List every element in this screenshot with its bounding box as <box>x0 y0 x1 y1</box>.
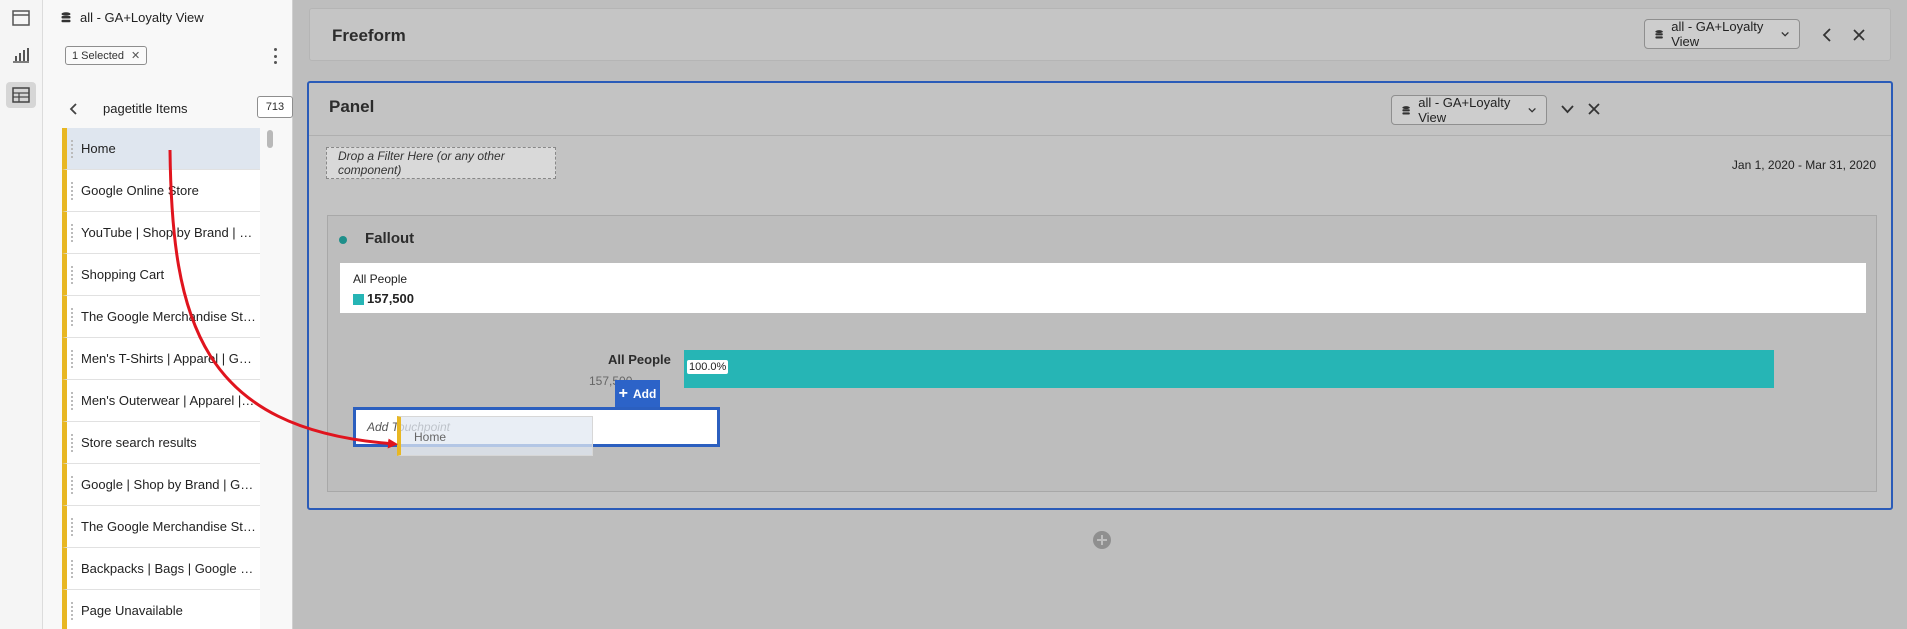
scrollbar-thumb[interactable] <box>267 130 273 148</box>
list-item[interactable]: Backpacks | Bags | Google Merchandise St… <box>62 548 260 590</box>
add-touchpoint-drop-zone[interactable]: Add Touchpoint Home <box>353 407 720 456</box>
fallout-bar[interactable] <box>684 350 1774 388</box>
drag-ghost-label: Home <box>414 430 447 444</box>
chart-icon[interactable] <box>6 42 36 68</box>
components-panel: all - GA+Loyalty View 1 Selected ✕ paget… <box>43 0 293 629</box>
add-touchpoint-button[interactable]: + Add <box>615 380 660 408</box>
database-icon <box>1655 29 1663 38</box>
freeform-report-suite-select[interactable]: all - GA+Loyalty View <box>1644 19 1800 49</box>
chevron-left-icon[interactable] <box>63 99 83 119</box>
panel-report-suite-label: all - GA+Loyalty View <box>1418 95 1511 125</box>
panel-divider <box>309 135 1891 136</box>
dimension-items-list: Home Google Online Store YouTube | Shop … <box>62 128 260 629</box>
database-icon <box>61 12 71 23</box>
table-icon[interactable] <box>6 82 36 108</box>
list-item[interactable]: The Google Merchandise Store <box>62 506 260 548</box>
close-icon[interactable] <box>1588 103 1600 115</box>
add-label: Add <box>633 387 657 401</box>
list-item[interactable]: Google | Shop by Brand | Google Merchand… <box>62 464 260 506</box>
chevron-down-icon <box>1528 107 1536 113</box>
fallout-visualization: Fallout All People 157,500 All People 15… <box>327 215 1877 492</box>
legend-value: 157,500 <box>367 291 414 306</box>
list-item-label: Backpacks | Bags | Google Merchandise St… <box>81 561 257 576</box>
list-item[interactable]: Google Online Store <box>62 170 260 212</box>
list-item[interactable]: Page Unavailable <box>62 590 260 629</box>
list-item-label: Shopping Cart <box>81 267 165 282</box>
freeform-report-suite-label: all - GA+Loyalty View <box>1671 19 1764 49</box>
drag-handle-icon[interactable] <box>71 602 73 620</box>
drag-handle-icon[interactable] <box>71 266 73 284</box>
legend-label: All People <box>353 272 408 286</box>
close-icon[interactable] <box>1853 29 1865 41</box>
list-item[interactable]: The Google Merchandise Store <box>62 296 260 338</box>
database-icon <box>1402 105 1410 114</box>
list-item-label: Men's Outerwear | Apparel | Google Merch… <box>81 393 257 408</box>
list-item-label: Page Unavailable <box>81 603 183 618</box>
list-item-label: Home <box>81 141 116 156</box>
selected-label: 1 Selected <box>72 49 124 62</box>
touchpoint-label: All People <box>608 352 671 367</box>
list-item[interactable]: YouTube | Shop by Brand | Google Merchan… <box>62 212 260 254</box>
list-item-label: Google | Shop by Brand | Google Merchand… <box>81 477 257 492</box>
panel-title: Panel <box>329 97 375 116</box>
list-item-label: The Google Merchandise Store <box>81 309 257 324</box>
selected-tag[interactable]: 1 Selected ✕ <box>65 46 148 65</box>
items-count-badge: 713 <box>257 96 293 118</box>
drag-handle-icon[interactable] <box>71 392 73 410</box>
report-suite-header[interactable]: all - GA+Loyalty View <box>61 10 204 25</box>
fallout-bar-track: 100.0% <box>684 350 1774 388</box>
freeform-header: Freeform all - GA+Loyalty View <box>309 8 1891 61</box>
list-item[interactable]: Shopping Cart <box>62 254 260 296</box>
drag-handle-icon[interactable] <box>71 308 73 326</box>
visualization-title[interactable]: Fallout <box>365 230 414 247</box>
panel-icon[interactable] <box>6 5 36 31</box>
list-item[interactable]: Men's T-Shirts | Apparel | Google Mercha… <box>62 338 260 380</box>
bar-percent-label: 100.0% <box>687 360 729 374</box>
add-panel-icon[interactable] <box>1092 530 1112 550</box>
drag-handle-icon[interactable] <box>71 560 73 578</box>
workspace: Freeform all - GA+Loyalty View Panel all… <box>293 0 1907 629</box>
left-rail <box>0 0 43 629</box>
list-item[interactable]: Store search results <box>62 422 260 464</box>
drag-handle-icon[interactable] <box>71 224 73 242</box>
filter-drop-zone[interactable]: Drop a Filter Here (or any other compone… <box>326 147 556 179</box>
date-range[interactable]: Jan 1, 2020 - Mar 31, 2020 <box>1732 158 1876 172</box>
drag-handle-icon[interactable] <box>71 350 73 368</box>
more-options-icon[interactable] <box>270 48 280 64</box>
list-item-label: Men's T-Shirts | Apparel | Google Mercha… <box>81 351 257 366</box>
list-item[interactable]: Home <box>62 128 260 170</box>
drag-handle-icon[interactable] <box>71 182 73 200</box>
drag-ghost: Home <box>397 416 593 456</box>
panel-report-suite-select[interactable]: all - GA+Loyalty View <box>1391 95 1547 125</box>
legend-swatch <box>353 294 364 305</box>
freeform-title: Freeform <box>332 26 406 45</box>
panel: Panel all - GA+Loyalty View Drop a Filte… <box>307 81 1893 510</box>
list-item[interactable]: Men's Outerwear | Apparel | Google Merch… <box>62 380 260 422</box>
items-header: pagetitle Items 713 <box>63 96 293 122</box>
drag-handle-icon[interactable] <box>71 476 73 494</box>
status-dot-icon <box>339 236 347 244</box>
chevron-down-icon <box>1781 31 1789 37</box>
plus-icon: + <box>618 385 628 402</box>
list-item-label: Google Online Store <box>81 183 199 198</box>
drag-handle-icon[interactable] <box>71 518 73 536</box>
fallout-legend: All People 157,500 <box>340 263 1866 313</box>
chevron-left-icon[interactable] <box>1822 28 1831 42</box>
drag-handle-icon[interactable] <box>71 434 73 452</box>
list-item-label: The Google Merchandise Store <box>81 519 257 534</box>
list-item-label: Store search results <box>81 435 197 450</box>
collapse-chevron-icon[interactable] <box>1561 105 1574 114</box>
list-item-label: YouTube | Shop by Brand | Google Merchan… <box>81 225 257 240</box>
drag-handle-icon[interactable] <box>71 140 73 158</box>
items-title: pagetitle Items <box>103 101 188 116</box>
report-suite-name: all - GA+Loyalty View <box>80 10 204 25</box>
close-icon[interactable]: ✕ <box>131 49 140 62</box>
